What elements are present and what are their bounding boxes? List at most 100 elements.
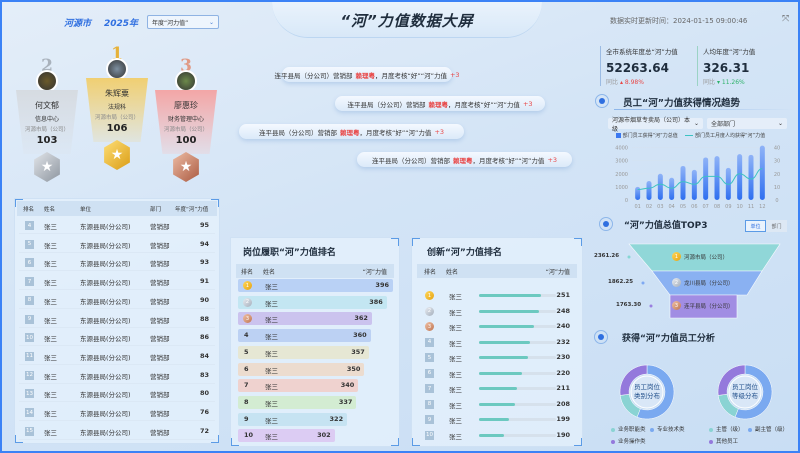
table-row[interactable]: 9 张三 东源县局(分公司) 营销部 88 (19, 311, 215, 328)
donut-legend-item[interactable]: 业务职能类 (611, 425, 646, 433)
table-row[interactable]: 7 张三 东源县局(分公司) 营销部 91 (19, 273, 215, 291)
x-tick: 11 (748, 204, 754, 210)
cell-value: 91 (199, 277, 209, 286)
row-value: 251 (556, 291, 570, 299)
ticker-message: 连平县局（分公司）营销部 赖理粤 ，月度考核“好”“河”力值 +3 (274, 67, 460, 82)
rank-badge: 5 (25, 239, 34, 249)
post-rank-row[interactable]: 6 张三 350 (238, 362, 365, 376)
row-value: 208 (556, 399, 570, 408)
table-row[interactable]: 13 张三 东源县局(分公司) 营销部 80 (19, 385, 215, 403)
chevron-down-icon: ⌄ (777, 120, 783, 127)
medal-icon: 2 (425, 306, 434, 316)
table-row[interactable]: 10 张三 东源县局(分公司) 营销部 86 (19, 329, 215, 347)
ticker-delta: +3 (547, 155, 558, 164)
cell-name: 张三 (44, 316, 57, 325)
innov-rank-row[interactable]: 9 张三 199 (420, 414, 574, 425)
dept-select[interactable]: 全部部门 ⌄ (707, 118, 787, 129)
cell-unit: 东源县局(分公司) (80, 428, 131, 437)
ticker-delta: +3 (449, 70, 460, 79)
value-dot (627, 255, 631, 259)
x-tick: 05 (680, 204, 686, 210)
post-rank-row[interactable]: 5 张三 357 (238, 345, 369, 359)
row-value: 357 (351, 347, 365, 356)
innov-rank-row[interactable]: 6 张三 220 (420, 368, 574, 379)
innov-rank-row[interactable]: 3 张三 240 (420, 321, 574, 332)
metric-select-value: 年度“河力值” (152, 19, 189, 27)
header-value: “河”力值 (545, 269, 570, 276)
row-name: 张三 (265, 299, 278, 308)
unit-select[interactable]: 河源市烟草专卖局（公司）本级 ⌄ (608, 117, 703, 133)
table-row[interactable]: 12 张三 东源县局(分公司) 营销部 83 (19, 367, 215, 384)
progress-fill (479, 356, 529, 359)
cell-name: 张三 (44, 391, 57, 400)
table-row[interactable]: 15 张三 东源县局(分公司) 营销部 72 (19, 423, 215, 440)
ticker-suffix: ，月度考核“好”“河”力值 (374, 71, 447, 80)
innov-rank-row[interactable]: 5 张三 230 (420, 352, 574, 363)
innov-rank-row[interactable]: 2 张三 248 (420, 306, 574, 317)
toggle-unit[interactable]: 单位 (745, 220, 766, 232)
table-header-cell: 排名 (23, 207, 35, 213)
table-row[interactable]: 6 张三 东源县局(分公司) 营销部 93 (19, 254, 215, 272)
post-rank-row[interactable]: 7 张三 340 (238, 379, 359, 393)
medal-icon: 2 (243, 297, 252, 307)
table-row[interactable]: 11 张三 东源县局(分公司) 营销部 84 (19, 348, 215, 365)
post-rank-row[interactable]: 2 张三 386 (238, 295, 387, 309)
progress-fill (479, 325, 535, 328)
row-value: 322 (329, 414, 344, 423)
rank-badge: 14 (25, 408, 34, 417)
rank-number: 8 (244, 397, 249, 406)
fullscreen-icon[interactable]: ⤧ (782, 14, 789, 24)
x-tick: 12 (759, 204, 765, 210)
divider (614, 109, 794, 110)
table-row[interactable]: 4 张三 东源县局(分公司) 营销部 95 (19, 217, 215, 234)
donut-legend-item[interactable]: 副主管（级） (748, 425, 788, 433)
ticker-person: 赖理粤 (355, 71, 375, 80)
medal-icon: 1 (243, 281, 252, 290)
progress-fill (479, 294, 542, 297)
toggle-dept[interactable]: 部门 (766, 220, 787, 232)
innov-rank-row[interactable]: 8 张三 208 (420, 399, 574, 410)
trend-title: 员工“河”力值获得情况趋势 (623, 98, 740, 109)
post-rank-row[interactable]: 10 张三 302 (238, 429, 335, 443)
podium-value: 103 (36, 135, 58, 146)
series-line (637, 168, 763, 191)
donut-legend-item[interactable]: 其他员工 (709, 437, 738, 445)
cell-value: 83 (199, 370, 209, 379)
post-rank-row[interactable]: 9 张三 322 (238, 412, 348, 426)
post-rank-row[interactable]: 4 张三 360 (238, 329, 371, 343)
post-rank-panel: 岗位履职“河”力值排名 排名 姓名 “河”力值 1 张三 396 2 张三 386 3 张三 3… (230, 237, 400, 447)
bar (669, 177, 675, 200)
y-left-tick: 2000 (615, 172, 628, 178)
stat-label: 全市系统年度总“河”力值 (606, 48, 678, 56)
rank-number: 7 (244, 381, 249, 390)
stat-cmp-label: 同比 (703, 79, 716, 86)
innov-rank-row[interactable]: 7 张三 211 (420, 383, 574, 394)
rank-badge: 13 (25, 389, 34, 399)
ticker-person: 赖理粤 (428, 100, 448, 109)
table-header-cell: 单位 (80, 207, 92, 213)
analysis-title: 获得“河”力值员工分析 (622, 334, 715, 344)
innov-rank-row[interactable]: 10 张三 190 (420, 430, 574, 441)
innov-rank-row[interactable]: 4 张三 232 (420, 337, 574, 348)
post-rank-row[interactable]: 1 张三 396 (238, 279, 393, 292)
table-row[interactable]: 8 张三 东源县局(分公司) 营销部 90 (19, 292, 215, 309)
post-rank-row[interactable]: 8 张三 337 (238, 395, 357, 409)
metric-select[interactable]: 年度“河力值” ⌄ (147, 15, 219, 29)
table-row[interactable]: 5 张三 东源县局(分公司) 营销部 94 (19, 236, 215, 253)
donut-legend-item[interactable]: 专业技术类 (650, 425, 685, 433)
arrow-up-icon: ▴ (619, 79, 623, 86)
x-tick: 07 (702, 204, 708, 210)
progress-track (479, 433, 556, 437)
innov-rank-row[interactable]: 1 张三 251 (420, 290, 574, 301)
row-name: 张三 (265, 383, 278, 392)
post-rank-row[interactable]: 3 张三 362 (238, 312, 372, 326)
bar (737, 154, 743, 200)
row-name: 张三 (265, 283, 278, 291)
donut-legend-item[interactable]: 主管（级） (709, 425, 744, 433)
table-row[interactable]: 14 张三 东源县局(分公司) 营销部 76 (19, 404, 215, 421)
cell-name: 张三 (44, 353, 57, 362)
donut-legend-item[interactable]: 业务操作类 (611, 437, 646, 445)
progress-track (479, 340, 556, 344)
ticker-message: 连平县局（分公司）营销部 赖理粤 ，月度考核“好”“河”力值 +3 (357, 152, 572, 167)
row-value: 248 (556, 306, 570, 315)
